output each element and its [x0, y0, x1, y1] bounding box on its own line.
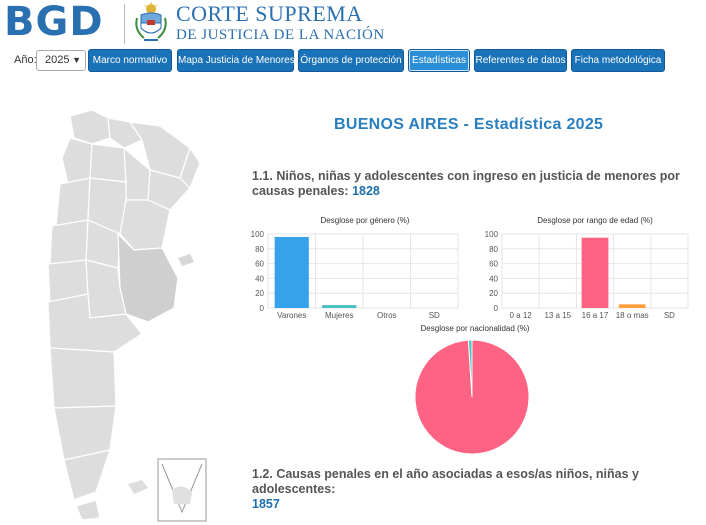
x-tick-label: SD [664, 311, 675, 320]
x-tick-label: 16 a 17 [582, 311, 609, 320]
y-tick-label: 0 [494, 304, 499, 313]
y-tick-label: 60 [255, 260, 264, 269]
navigation-bar: Año: 2025 ▼ Marco normativo Mapa Justici… [0, 49, 706, 73]
year-label: Año: [14, 54, 37, 66]
nav-button-mapa-justicia-menores[interactable]: Mapa Justicia de Menores [177, 49, 295, 72]
section-1-2-text: 1.2. Causas penales en el año asociadas … [252, 467, 639, 496]
chart-age-title: Desglose por rango de edad (%) [537, 216, 653, 225]
chart-age[interactable]: 0 20 40 60 80 100 0 a 12 13 a 15 16 a 17 18 o mas… [478, 228, 692, 320]
x-tick-label: 18 o mas [616, 311, 649, 320]
x-tick-label: Mujeres [325, 311, 353, 320]
chart-gender-title: Desglose por género (%) [320, 216, 410, 225]
header: BGD CORTE SUPREMA DE JUSTICIA DE LA NACI… [0, 0, 706, 48]
y-tick-label: 100 [485, 230, 499, 239]
x-tick-label: Otros [377, 311, 397, 320]
bar[interactable] [274, 236, 309, 308]
page-title: BUENOS AIRES - Estadística 2025 [334, 116, 604, 133]
y-tick-label: 80 [489, 245, 498, 254]
bgd-logo[interactable]: BGD [4, 0, 104, 44]
section-1-1-text: 1.1. Niños, niñas y adolescentes con ing… [252, 169, 680, 198]
y-tick-label: 40 [489, 274, 498, 283]
court-title-line2: DE JUSTICIA DE LA NACIÓN [176, 27, 385, 43]
nav-button-ficha-metodologica[interactable]: Ficha metodológica [571, 49, 665, 72]
y-tick-label: 20 [489, 289, 498, 298]
antarctica-inset [157, 458, 207, 522]
y-tick-label: 40 [255, 274, 264, 283]
nav-button-organos-proteccion[interactable]: Órganos de protección [298, 49, 404, 72]
bar[interactable] [322, 305, 357, 308]
section-1-1: 1.1. Niños, niñas y adolescentes con ing… [252, 169, 692, 199]
court-title: CORTE SUPREMA DE JUSTICIA DE LA NACIÓN [176, 2, 385, 44]
nav-button-estadisticas[interactable]: Estadísticas [408, 49, 470, 72]
x-tick-label: Varones [277, 311, 306, 320]
section-1-2: 1.2. Causas penales en el año asociadas … [252, 467, 692, 512]
section-1-2-value: 1857 [252, 497, 280, 511]
chart-gender[interactable]: 0 20 40 60 80 100 Varones Mujeres Otros SD [244, 228, 462, 320]
coat-of-arms-icon [135, 2, 167, 41]
y-tick-label: 100 [251, 230, 265, 239]
chevron-down-icon: ▼ [72, 55, 81, 65]
chart-nationality-title: Desglose por nacionalidad (%) [420, 324, 530, 333]
court-title-line1: CORTE SUPREMA [176, 1, 363, 26]
y-tick-label: 20 [255, 289, 264, 298]
y-tick-label: 0 [260, 304, 265, 313]
nav-button-marco-normativo[interactable]: Marco normativo [88, 49, 172, 72]
y-tick-label: 60 [489, 260, 498, 269]
chart-nationality[interactable] [412, 338, 532, 456]
x-tick-label: SD [429, 311, 440, 320]
x-tick-label: 0 a 12 [509, 311, 532, 320]
bar[interactable] [581, 237, 609, 308]
x-tick-label: 13 a 15 [544, 311, 571, 320]
section-1-1-value: 1828 [352, 184, 380, 198]
year-select[interactable]: 2025 ▼ [36, 50, 86, 71]
argentina-map[interactable] [30, 108, 210, 523]
nav-button-referentes-datos[interactable]: Referentes de datos [474, 49, 567, 72]
logo-separator [124, 4, 125, 44]
y-tick-label: 80 [255, 245, 264, 254]
year-select-value: 2025 [45, 54, 70, 66]
bar[interactable] [618, 304, 646, 308]
